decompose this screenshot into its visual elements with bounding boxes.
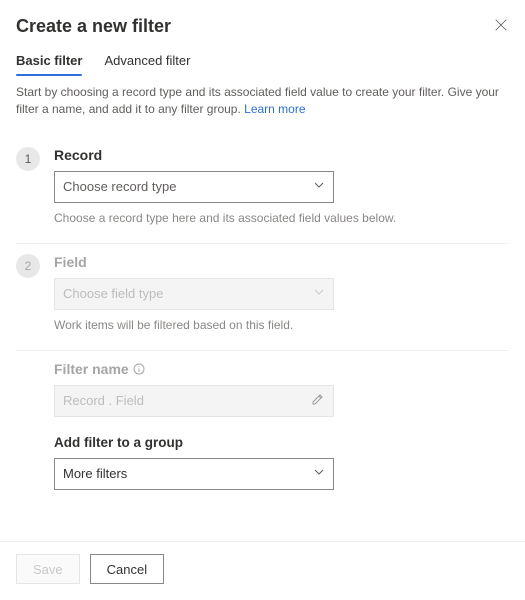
save-button: Save xyxy=(16,554,80,584)
close-icon xyxy=(494,18,508,35)
filter-name-placeholder: Record . Field xyxy=(63,393,144,408)
dialog-title: Create a new filter xyxy=(16,16,171,37)
step-number-2: 2 xyxy=(16,254,40,278)
record-type-placeholder: Choose record type xyxy=(63,179,176,194)
record-hint: Choose a record type here and its associ… xyxy=(54,211,509,225)
filter-name-label: Filter name xyxy=(54,361,509,377)
filter-name-label-text: Filter name xyxy=(54,361,129,377)
record-label: Record xyxy=(54,147,509,163)
filter-group-select[interactable]: More filters xyxy=(54,458,334,490)
step-number-1: 1 xyxy=(16,147,40,171)
field-type-placeholder: Choose field type xyxy=(63,286,163,301)
cancel-button[interactable]: Cancel xyxy=(90,554,164,584)
field-hint: Work items will be filtered based on thi… xyxy=(54,318,509,332)
info-icon[interactable] xyxy=(133,363,145,375)
chevron-down-icon xyxy=(313,286,325,301)
tab-bar: Basic filter Advanced filter xyxy=(16,47,509,76)
group-label: Add filter to a group xyxy=(54,435,509,450)
tab-advanced-filter[interactable]: Advanced filter xyxy=(104,47,190,76)
filter-name-input: Record . Field xyxy=(54,385,334,417)
edit-icon xyxy=(311,392,325,409)
filter-group-value: More filters xyxy=(63,466,127,481)
field-type-select: Choose field type xyxy=(54,278,334,310)
chevron-down-icon xyxy=(313,466,325,481)
record-type-select[interactable]: Choose record type xyxy=(54,171,334,203)
learn-more-link[interactable]: Learn more xyxy=(244,102,305,116)
tab-basic-filter[interactable]: Basic filter xyxy=(16,47,82,76)
close-button[interactable] xyxy=(493,19,509,35)
chevron-down-icon xyxy=(313,179,325,194)
dialog-footer: Save Cancel xyxy=(0,541,525,600)
field-label: Field xyxy=(54,254,509,270)
intro-text: Start by choosing a record type and its … xyxy=(16,84,509,119)
